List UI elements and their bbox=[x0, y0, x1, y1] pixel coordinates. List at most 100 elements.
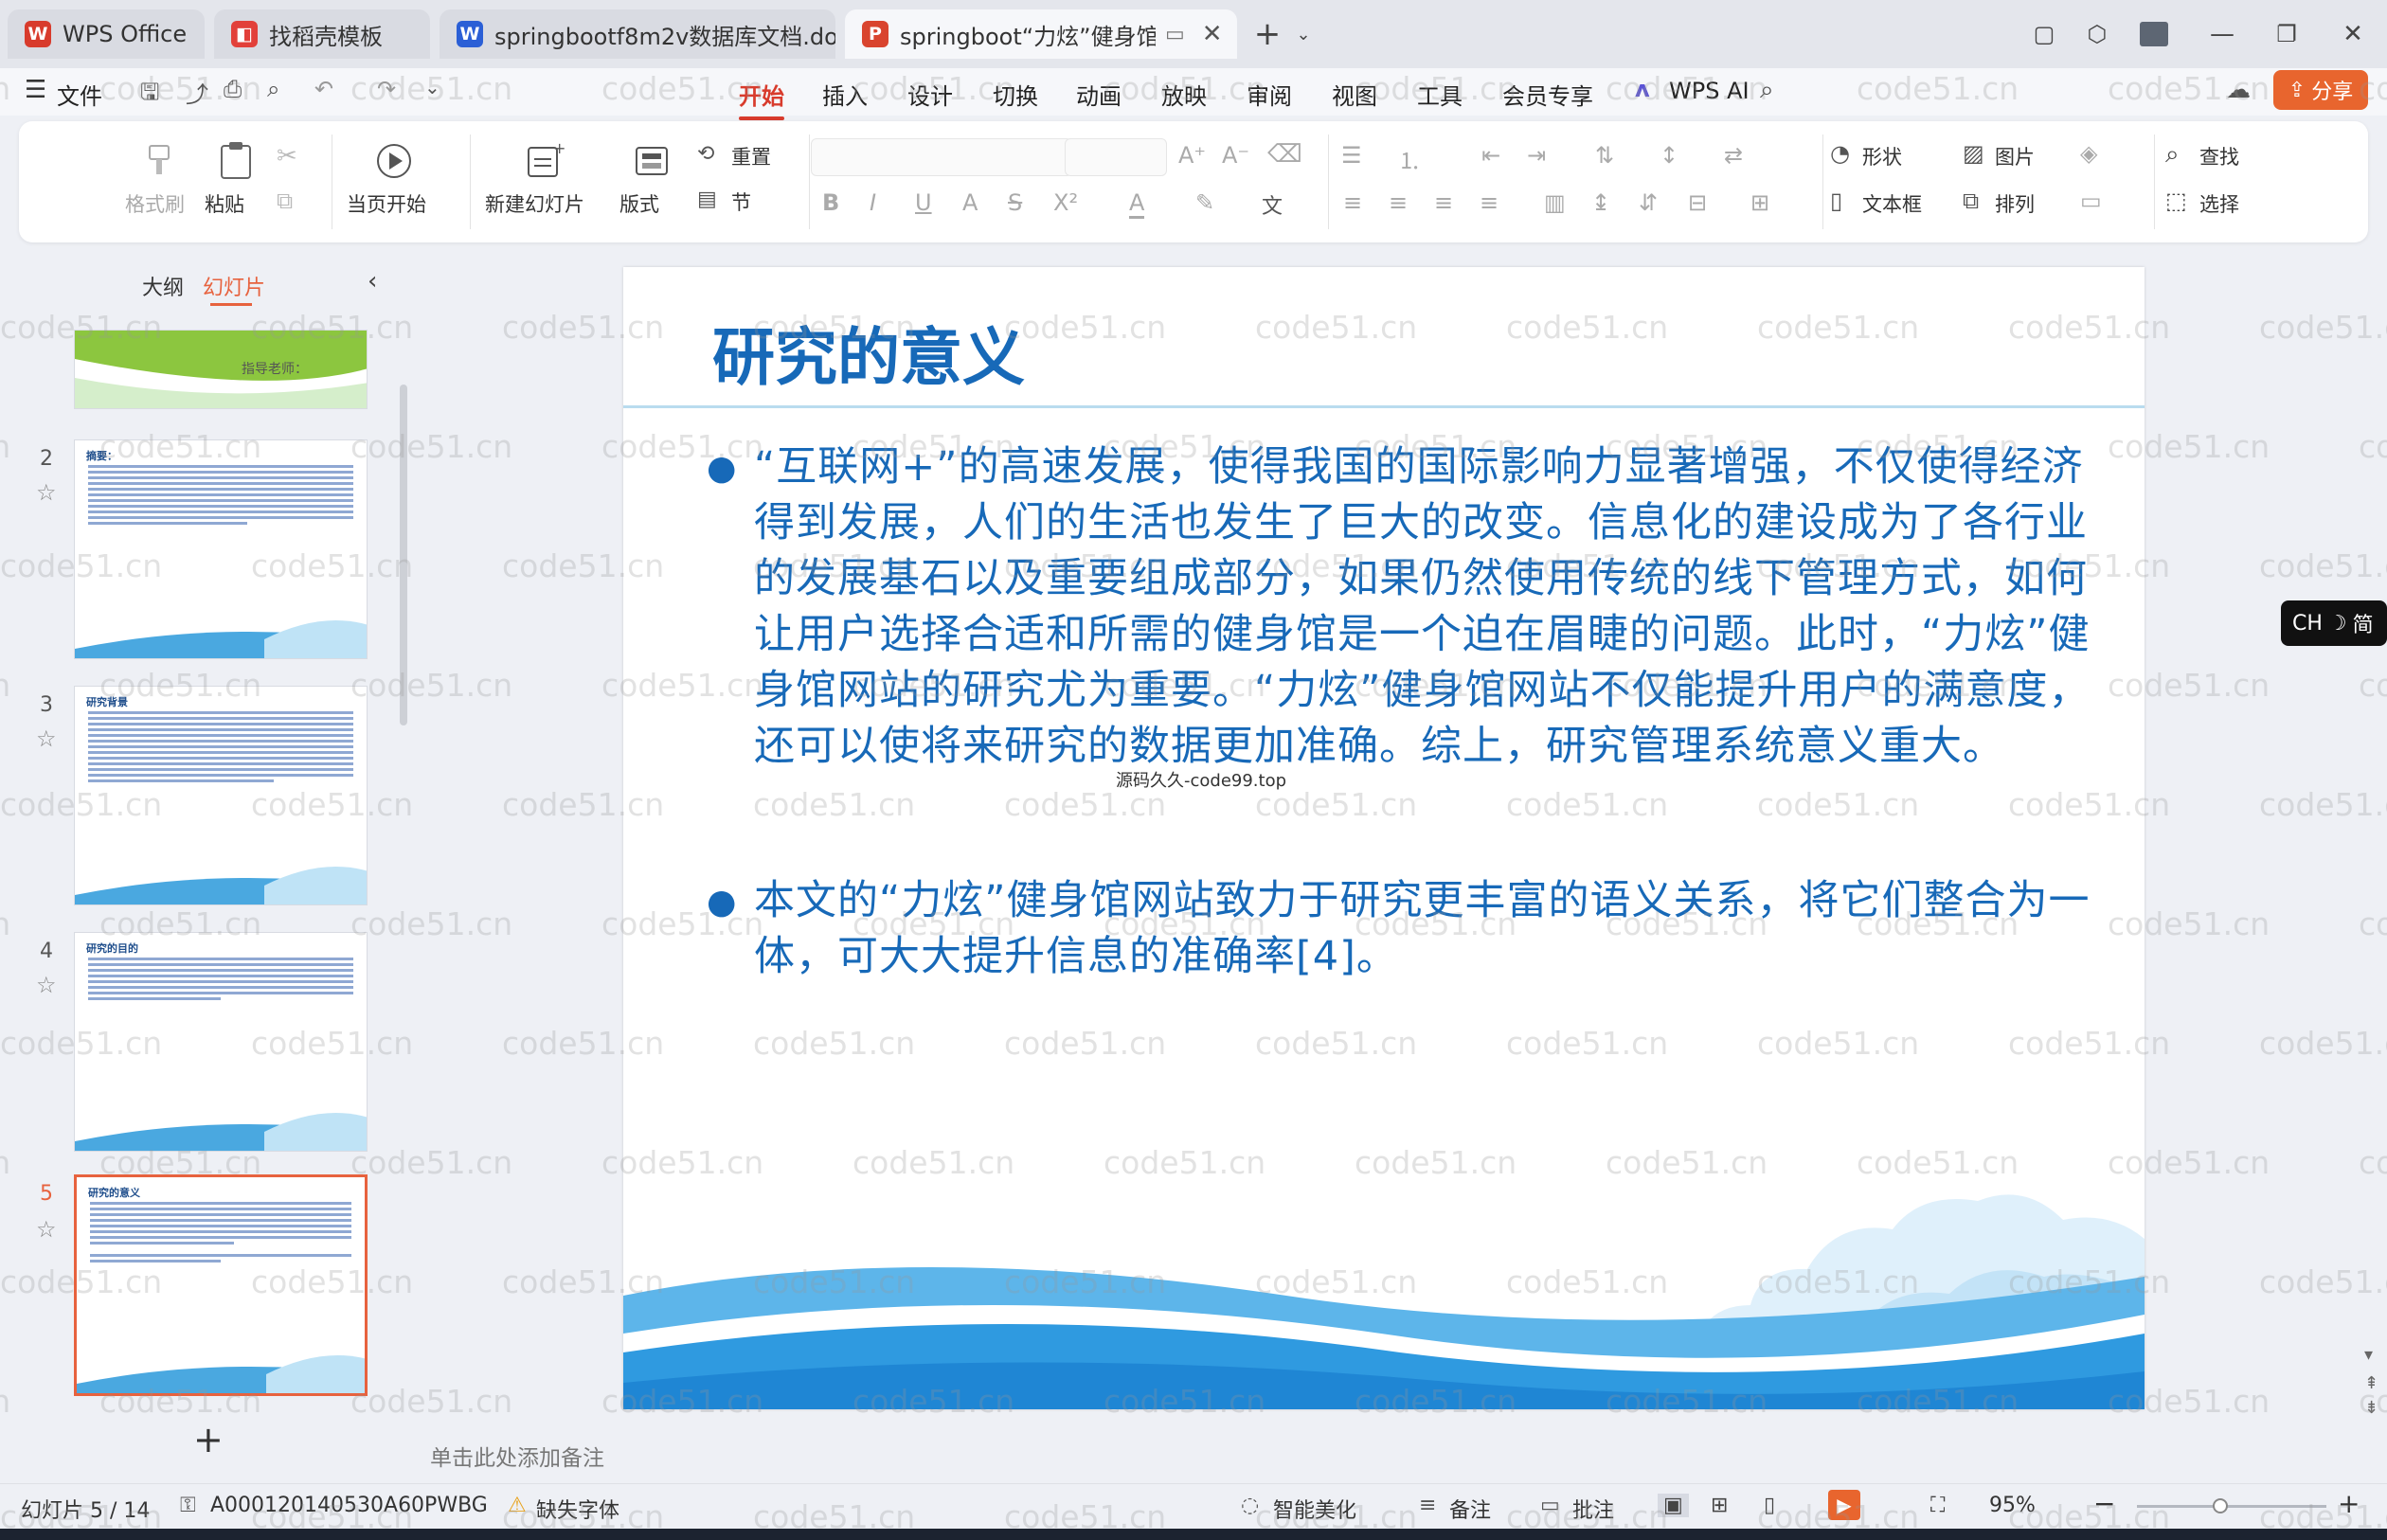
undo-icon[interactable]: ↶ bbox=[314, 76, 333, 102]
maximize-icon[interactable]: ❐ bbox=[2270, 17, 2304, 51]
export-icon[interactable]: ⤴ bbox=[186, 76, 208, 109]
chevron-down-icon[interactable]: ⌄ bbox=[1286, 17, 1320, 51]
justify-icon[interactable]: ≡ bbox=[1480, 189, 1499, 216]
decrease-font-icon[interactable]: A⁻ bbox=[1222, 142, 1249, 169]
menu-insert[interactable]: 插入 bbox=[822, 78, 868, 111]
select-button[interactable]: 选择 bbox=[2199, 189, 2239, 218]
star-icon[interactable]: ☆ bbox=[36, 725, 57, 752]
avatar[interactable] bbox=[2137, 17, 2171, 51]
text-direction-icon[interactable]: ⇅ bbox=[1595, 142, 1614, 169]
section-button[interactable]: 节 bbox=[731, 188, 751, 216]
cloud-upload-icon[interactable]: ☁ bbox=[2226, 76, 2251, 104]
zoom-out-icon[interactable]: − bbox=[2093, 1488, 2115, 1519]
star-icon[interactable]: ☆ bbox=[36, 1216, 57, 1243]
menu-file[interactable]: 文件 bbox=[57, 78, 102, 111]
menu-view[interactable]: 视图 bbox=[1332, 78, 1377, 111]
convert-icon[interactable]: ⇄ bbox=[1724, 142, 1743, 169]
reset-button[interactable]: 重置 bbox=[731, 142, 771, 170]
font-color-icon[interactable]: A bbox=[1129, 189, 1145, 219]
paste-button[interactable]: 粘贴 bbox=[205, 189, 244, 218]
notes-button[interactable]: 备注 bbox=[1449, 1494, 1491, 1524]
redo-icon[interactable]: ↷ bbox=[377, 76, 396, 102]
bullet-text-2[interactable]: 本文的“力炫”健身馆网站致力于研究更丰富的语义关系，将它们整合为一体，可大大提升… bbox=[754, 873, 2118, 985]
find-button[interactable]: 查找 bbox=[2199, 142, 2239, 170]
notes-placeholder[interactable]: 单击此处添加备注 bbox=[430, 1440, 604, 1472]
columns-icon[interactable]: ▥ bbox=[1544, 189, 1566, 216]
minimize-icon[interactable]: — bbox=[2205, 17, 2239, 51]
play-from-current-button[interactable]: 当页开始 bbox=[347, 189, 426, 218]
missing-font-button[interactable]: 缺失字体 bbox=[536, 1494, 619, 1524]
new-slide-button[interactable]: 新建幻灯片 bbox=[485, 189, 584, 218]
line-spacing-icon[interactable]: ↨ bbox=[1591, 189, 1610, 216]
slide-thumbnail-5[interactable]: 研究的意义 bbox=[74, 1174, 368, 1396]
menu-tools[interactable]: 工具 bbox=[1417, 78, 1463, 111]
font-size-select[interactable] bbox=[1065, 138, 1167, 176]
close-window-icon[interactable]: ✕ bbox=[2336, 17, 2370, 51]
print-preview-icon[interactable]: ⌕ bbox=[267, 76, 279, 102]
slide-thumbnail-1[interactable]: 指导老师： bbox=[74, 330, 368, 409]
textbox-button[interactable]: 文本框 bbox=[1862, 189, 1922, 218]
vertical-align-icon[interactable]: ⊟ bbox=[1688, 189, 1707, 216]
close-tab-icon[interactable]: ✕ bbox=[1202, 20, 1223, 48]
tab-docer-templates[interactable]: ◧ 找稻壳模板 bbox=[214, 9, 430, 59]
align-center-icon[interactable]: ≡ bbox=[1389, 189, 1408, 216]
share-button[interactable]: ⇪ 分享 bbox=[2273, 70, 2368, 110]
collapse-panel-icon[interactable]: ‹ bbox=[368, 267, 377, 295]
sort-icon[interactable]: ↕ bbox=[1660, 142, 1678, 169]
menu-design[interactable]: 设计 bbox=[907, 78, 953, 111]
decrease-indent-icon[interactable]: ⇤ bbox=[1481, 142, 1500, 169]
menu-review[interactable]: 审阅 bbox=[1247, 78, 1292, 111]
layout-button[interactable]: 版式 bbox=[619, 189, 659, 218]
bullet-text-1[interactable]: “互联网+”的高速发展，使得我国的国际影响力显著增强，不仅使得经济得到发展，人们… bbox=[754, 439, 2118, 775]
picture-button[interactable]: 图片 bbox=[1995, 142, 2035, 170]
window-mode-icon[interactable]: ▢ bbox=[2027, 17, 2061, 51]
font-family-select[interactable] bbox=[811, 138, 1072, 176]
tab-outline[interactable]: 大纲 bbox=[142, 271, 184, 301]
tab-slides[interactable]: 幻灯片 bbox=[203, 271, 265, 301]
underline-icon[interactable]: U bbox=[915, 189, 932, 216]
slide-thumbnail-2[interactable]: 摘要： bbox=[74, 439, 368, 659]
smart-beautify-button[interactable]: 智能美化 bbox=[1273, 1494, 1356, 1524]
numbered-list-icon[interactable]: ⒈ bbox=[1398, 142, 1421, 175]
more-chevron-icon[interactable]: ⌄ bbox=[424, 76, 440, 98]
superscript-icon[interactable]: X² bbox=[1053, 189, 1078, 216]
italic-icon[interactable]: I bbox=[870, 189, 876, 216]
strikethrough-icon[interactable]: S bbox=[1008, 189, 1022, 216]
menu-animations[interactable]: 动画 bbox=[1076, 78, 1122, 111]
new-tab-icon[interactable]: + bbox=[1250, 15, 1284, 53]
align-left-icon[interactable]: ≡ bbox=[1343, 189, 1362, 216]
distribute-icon[interactable]: ⊞ bbox=[1750, 189, 1769, 216]
slideshow-play-icon[interactable]: ▶ bbox=[1828, 1490, 1860, 1520]
cube-icon[interactable]: ⬡ bbox=[2080, 17, 2114, 51]
format-painter-button[interactable]: 格式刷 bbox=[125, 189, 185, 218]
fit-window-icon[interactable]: ⛶ bbox=[1930, 1494, 1945, 1517]
reading-view-icon[interactable]: ▯ bbox=[1764, 1494, 1775, 1517]
star-icon[interactable]: ☆ bbox=[36, 479, 57, 506]
slide-thumbnail-3[interactable]: 研究背景 bbox=[74, 686, 368, 905]
shadow-text-icon[interactable]: A bbox=[962, 189, 978, 216]
hamburger-icon[interactable]: ☰ bbox=[25, 76, 46, 104]
tab-word-document[interactable]: W springbootf8m2v数据库文档.doc bbox=[440, 9, 835, 59]
save-icon[interactable]: 🖫 bbox=[140, 76, 159, 115]
align-right-icon[interactable]: ≡ bbox=[1434, 189, 1453, 216]
highlight-icon[interactable]: ✎ bbox=[1195, 189, 1214, 216]
comments-button[interactable]: 批注 bbox=[1572, 1494, 1614, 1524]
ime-indicator[interactable]: CH ☽ 简 bbox=[2281, 600, 2387, 646]
paragraph-spacing-icon[interactable]: ⇵ bbox=[1639, 189, 1658, 216]
slide-canvas[interactable]: 研究的意义 ● “互联网+”的高速发展，使得我国的国际影响力显著增强，不仅使得经… bbox=[623, 267, 2145, 1409]
menu-transitions[interactable]: 切换 bbox=[993, 78, 1038, 111]
menu-wps-ai[interactable]: WPS AI bbox=[1669, 78, 1750, 104]
increase-indent-icon[interactable]: ⇥ bbox=[1527, 142, 1546, 169]
bold-icon[interactable]: B bbox=[822, 189, 839, 216]
menu-member[interactable]: 会员专享 bbox=[1502, 78, 1593, 111]
zoom-slider[interactable] bbox=[2137, 1505, 2326, 1508]
normal-view-icon[interactable]: ▣ bbox=[1658, 1494, 1689, 1517]
outline-icon[interactable]: ▭ bbox=[2080, 188, 2102, 214]
notes-pane[interactable]: 单击此处添加备注 bbox=[417, 1419, 2387, 1489]
slide-sorter-icon[interactable]: ⊞ bbox=[1711, 1494, 1728, 1517]
menu-home[interactable]: 开始 bbox=[739, 78, 784, 120]
increase-font-icon[interactable]: A⁺ bbox=[1178, 142, 1206, 169]
menu-slideshow[interactable]: 放映 bbox=[1161, 78, 1207, 111]
print-icon[interactable]: ⎙ bbox=[224, 76, 242, 102]
slide-thumbnail-4[interactable]: 研究的目的 bbox=[74, 932, 368, 1152]
